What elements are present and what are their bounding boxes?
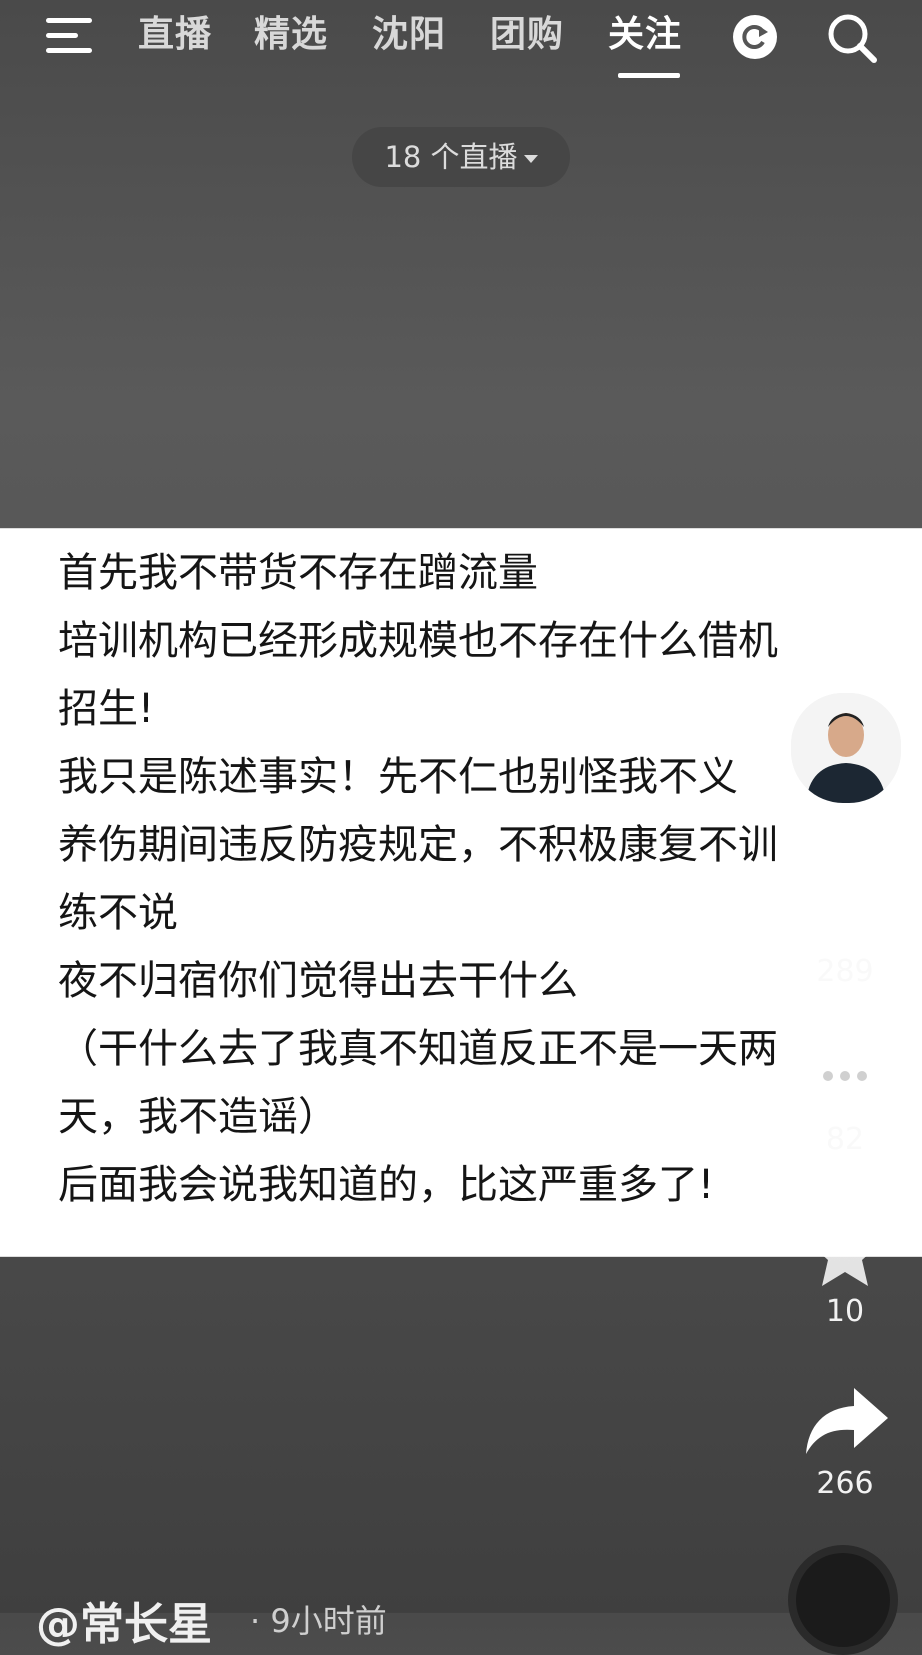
refresh-icon[interactable] xyxy=(732,14,778,60)
avatar-image xyxy=(791,693,901,803)
note-line: （干什么去了我真不知道反正不是一天两 xyxy=(58,1026,778,1072)
note-line: 首先我不带货不存在蹭流量 xyxy=(58,550,538,596)
video-text-card: 首先我不带货不存在蹭流量 培训机构已经形成规模也不存在什么借机 招生! 我只是陈… xyxy=(0,528,922,1257)
chevron-down-icon xyxy=(523,155,538,163)
tab-following[interactable]: 关注 xyxy=(608,10,682,60)
like-count: 289 xyxy=(816,954,874,989)
star-icon xyxy=(808,1216,882,1286)
search-icon[interactable] xyxy=(824,10,880,66)
note-line: 我只是陈述事实！先不仁也别怪我不义 xyxy=(58,754,738,800)
share-icon xyxy=(806,1388,888,1454)
share-count: 266 xyxy=(816,1466,874,1501)
like-button[interactable]: 289 xyxy=(795,870,895,989)
menu-icon[interactable] xyxy=(44,14,98,58)
note-line: 天，我不造谣） xyxy=(58,1094,338,1140)
note-line: 夜不归宿你们觉得出去干什么 xyxy=(58,958,578,1004)
comment-icon xyxy=(806,1044,884,1116)
comment-count: 82 xyxy=(825,1122,865,1157)
note-line: 招生! xyxy=(58,686,155,732)
top-nav: 直播 精选 沈阳 团购 关注 xyxy=(0,0,922,90)
note-line: 培训机构已经形成规模也不存在什么借机 xyxy=(58,618,778,664)
post-time: · 9小时前 xyxy=(250,1602,387,1640)
tab-live[interactable]: 直播 xyxy=(138,10,212,60)
tab-group-buy[interactable]: 团购 xyxy=(490,10,564,60)
favorite-count: 10 xyxy=(825,1294,865,1329)
author-avatar[interactable] xyxy=(788,690,904,806)
music-disc-icon[interactable] xyxy=(788,1545,898,1655)
live-count-dropdown[interactable]: 18 个直播 xyxy=(352,127,570,187)
active-tab-indicator xyxy=(618,73,680,78)
note-line: 养伤期间违反防疫规定，不积极康复不训 xyxy=(58,822,778,868)
live-count-label: 18 个直播 xyxy=(384,140,518,174)
note-line: 后面我会说我知道的，比这严重多了! xyxy=(58,1162,715,1208)
author-username[interactable]: @常长星 xyxy=(36,1588,212,1652)
share-button[interactable]: 266 xyxy=(795,1382,895,1501)
favorite-button[interactable]: 10 xyxy=(795,1210,895,1329)
note-line: 练不说 xyxy=(58,890,178,936)
comment-button[interactable]: 82 xyxy=(795,1038,895,1157)
heart-icon xyxy=(805,875,885,946)
tab-shenyang[interactable]: 沈阳 xyxy=(372,10,446,60)
tab-featured[interactable]: 精选 xyxy=(254,10,328,60)
